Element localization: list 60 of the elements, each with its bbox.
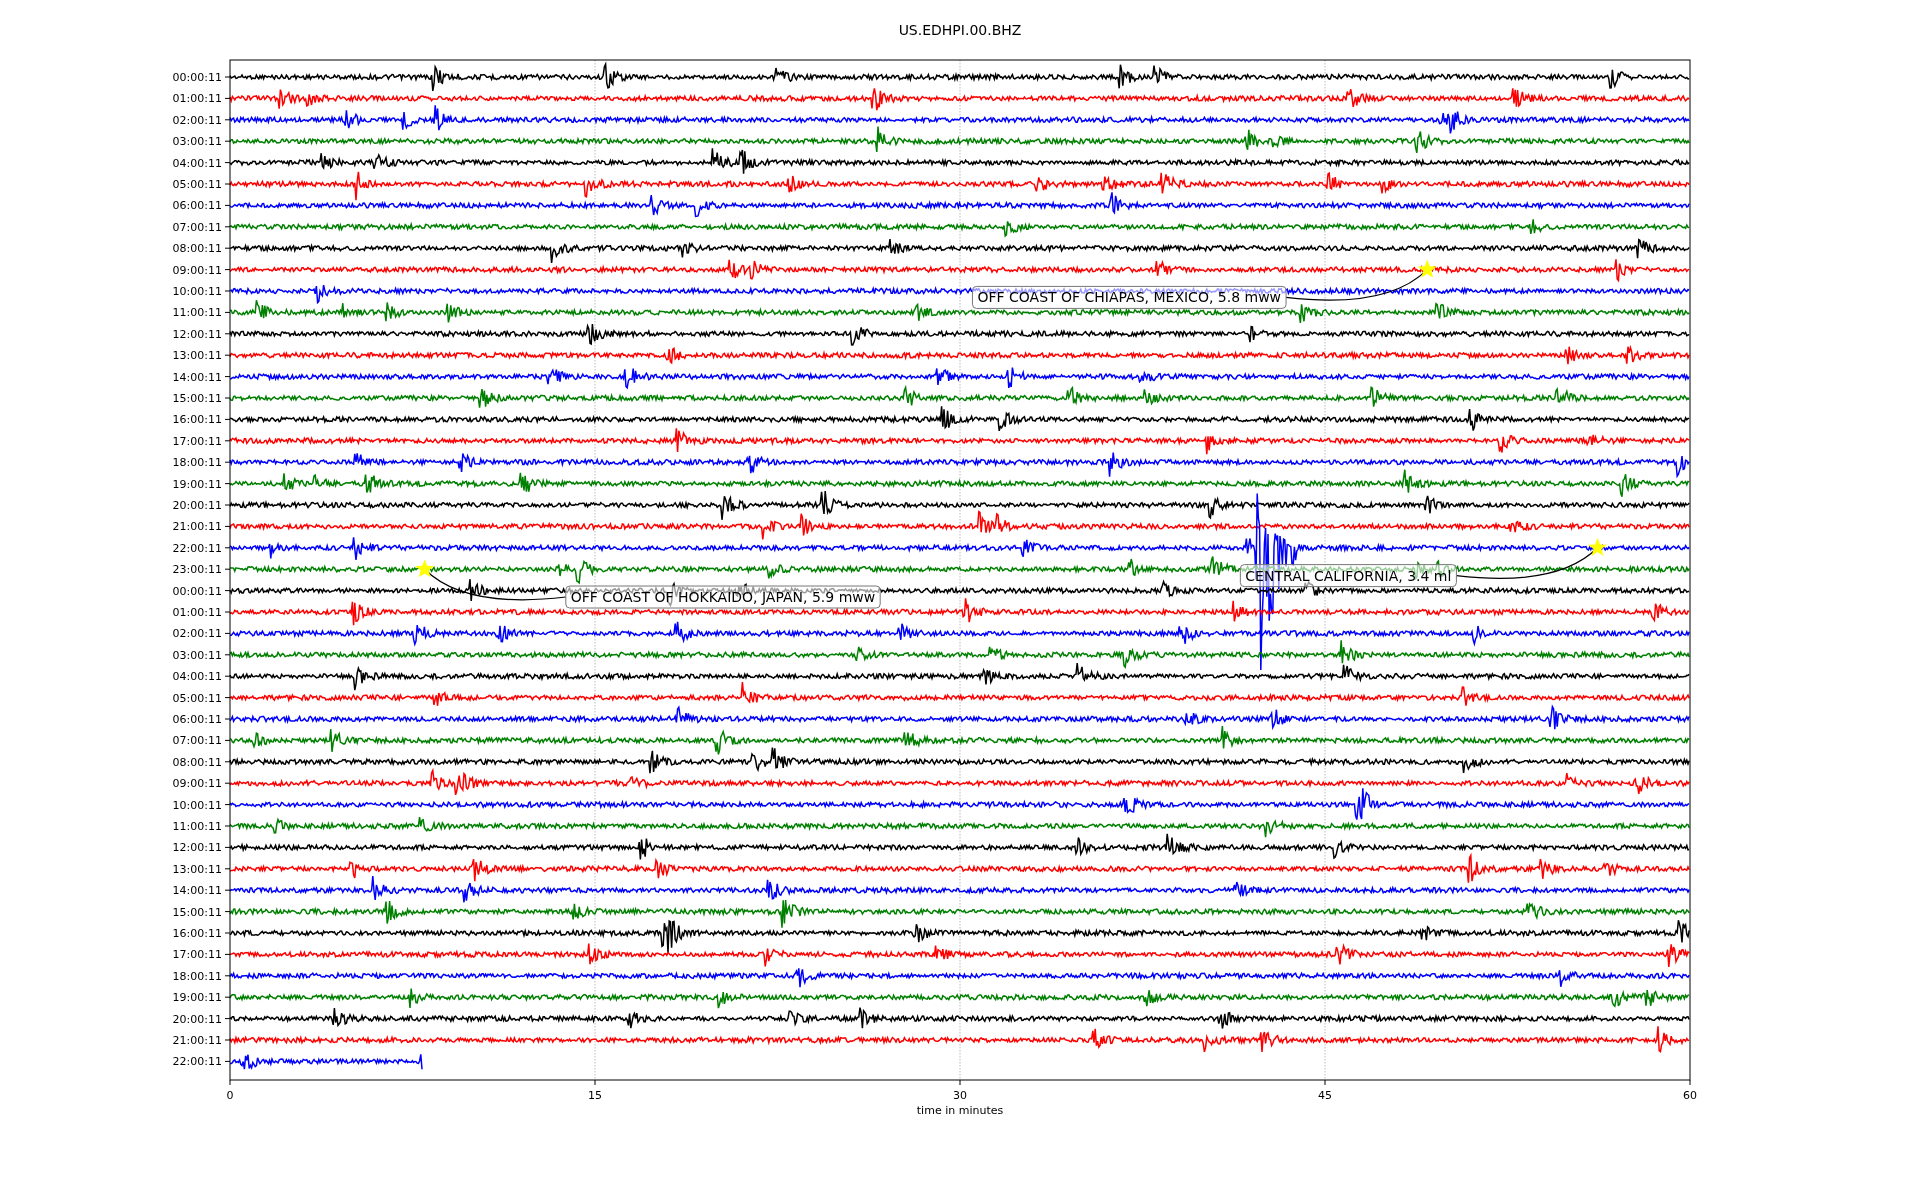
row-time-label: 13:00:11 [172, 862, 222, 876]
row-time-label: 06:00:11 [172, 199, 222, 213]
x-tick-label: 0 [226, 1089, 234, 1102]
row-time-label: 18:00:11 [172, 969, 222, 983]
row-time-label: 14:00:11 [172, 370, 222, 384]
row-time-label: 00:00:11 [172, 584, 222, 598]
row-time-label: 07:00:11 [172, 734, 222, 748]
x-tick-label: 60 [1683, 1089, 1697, 1102]
row-time-label: 17:00:11 [172, 434, 222, 448]
row-time-label: 10:00:11 [172, 285, 222, 298]
row-time-label: 10:00:11 [172, 798, 222, 812]
row-time-label: 03:00:11 [172, 135, 222, 149]
row-time-label: 05:00:11 [172, 178, 222, 191]
row-time-label: 22:00:11 [172, 541, 222, 555]
row-time-label: 19:00:11 [172, 477, 222, 491]
row-time-label: 14:00:11 [172, 884, 222, 898]
row-time-label: 13:00:11 [172, 349, 222, 363]
row-time-label: 02:00:11 [172, 113, 222, 127]
row-time-label: 08:00:11 [172, 242, 222, 256]
star-icon [1588, 537, 1607, 556]
x-axis-label: time in minutes [916, 1104, 1004, 1117]
x-tick-label: 45 [1318, 1089, 1332, 1102]
row-time-label: 20:00:11 [172, 1012, 222, 1026]
row-time-label: 08:00:11 [172, 755, 222, 769]
row-time-label: 22:00:11 [172, 1055, 222, 1069]
row-time-label: 04:00:11 [172, 670, 222, 684]
row-time-label: 21:00:11 [172, 520, 222, 534]
row-time-label: 07:00:11 [172, 220, 222, 234]
chart-title: US.EDHPI.00.BHZ [898, 22, 1022, 38]
event-label: OFF COAST OF CHIAPAS, MEXICO, 5.8 mww [971, 285, 1287, 309]
row-time-label: 01:00:11 [172, 606, 222, 619]
row-time-label: 17:00:11 [172, 948, 222, 962]
row-time-label: 20:00:11 [172, 499, 222, 512]
row-time-label: 23:00:11 [172, 563, 222, 577]
x-tick-label: 15 [588, 1089, 602, 1102]
row-time-label: 18:00:11 [172, 456, 222, 470]
row-time-label: 19:00:11 [172, 991, 222, 1005]
row-time-label: 06:00:11 [172, 713, 222, 726]
x-tick-label: 30 [953, 1089, 967, 1102]
star-icon [415, 559, 435, 578]
row-time-label: 16:00:11 [172, 413, 222, 427]
star-icon [1417, 259, 1437, 278]
row-time-label: 05:00:11 [172, 691, 222, 705]
row-time-label: 12:00:11 [172, 327, 222, 341]
event-label: OFF COAST OF HOKKAIDO, JAPAN, 5.9 mww [565, 585, 881, 609]
row-time-label: 02:00:11 [172, 627, 222, 641]
row-time-label: 09:00:11 [172, 263, 222, 277]
event-label: CENTRAL CALIFORNIA, 3.4 ml [1239, 564, 1457, 588]
row-time-label: 11:00:11 [172, 820, 222, 833]
row-time-label: 16:00:11 [172, 927, 222, 940]
row-time-label: 15:00:11 [172, 905, 222, 919]
row-time-label: 03:00:11 [172, 648, 222, 662]
row-time-label: 21:00:11 [172, 1034, 222, 1047]
row-time-label: 15:00:11 [172, 392, 222, 405]
row-time-label: 11:00:11 [172, 306, 222, 320]
row-time-label: 04:00:11 [172, 156, 222, 170]
row-time-label: 01:00:11 [172, 92, 222, 106]
row-time-label: 12:00:11 [172, 841, 222, 855]
row-time-label: 09:00:11 [172, 777, 222, 791]
row-time-label: 00:00:11 [172, 71, 222, 84]
